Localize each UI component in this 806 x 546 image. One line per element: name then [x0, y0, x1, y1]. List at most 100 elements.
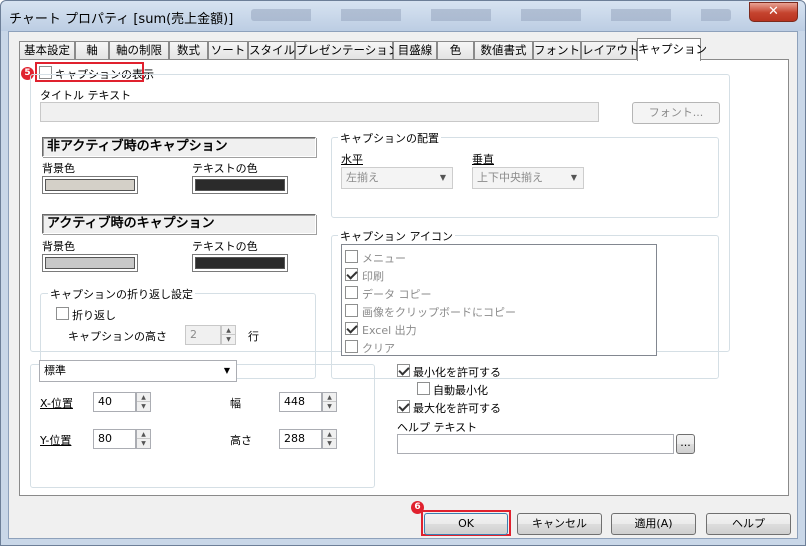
list-item[interactable]: メニュー	[342, 248, 656, 266]
spin-down-icon[interactable]: ▼	[222, 335, 235, 344]
chevron-down-icon: ▼	[570, 173, 577, 182]
tab-expressions[interactable]: 数式	[169, 41, 208, 60]
vertical-align-select[interactable]: 上下中央揃え ▼	[472, 167, 584, 189]
help-text-browse-button[interactable]: ...	[676, 434, 695, 454]
active-text-color-swatch	[195, 257, 285, 269]
caption-height-spinner[interactable]: ▲ ▼	[221, 325, 236, 345]
window-title: チャート プロパティ [sum(売上金額)]	[9, 12, 234, 27]
ok-button[interactable]: OK	[424, 513, 508, 535]
tab-general[interactable]: 基本設定	[19, 41, 75, 60]
y-position-spinner[interactable]: ▲ ▼	[136, 429, 151, 449]
width-input[interactable]: 448	[279, 392, 322, 412]
auto-minimize-checkbox[interactable]	[417, 382, 430, 395]
caption-height-input[interactable]: 2	[185, 325, 221, 345]
horizontal-align-select[interactable]: 左揃え ▼	[341, 167, 453, 189]
wrap-checkbox[interactable]	[56, 307, 69, 320]
allow-minimize-label: 最小化を許可する	[413, 366, 501, 379]
position-mode-select[interactable]: 標準 ▼	[39, 360, 237, 382]
apply-button[interactable]: 適用(A)	[611, 513, 696, 535]
spin-down-icon[interactable]: ▼	[137, 439, 150, 448]
tab-number-format[interactable]: 数値書式	[474, 41, 533, 60]
active-bg-label: 背景色	[42, 240, 75, 253]
list-item-label: 画像をクリップボードにコピー	[362, 306, 516, 319]
title-bar[interactable]: チャート プロパティ [sum(売上金額)] ✕	[1, 1, 805, 31]
tab-gridlines[interactable]: 目盛線	[393, 41, 437, 60]
caption-icons-list: メニュー 印刷 データ コピー 画像をクリップボードにコピー Excel 出力 …	[341, 244, 657, 356]
spin-up-icon[interactable]: ▲	[137, 430, 150, 439]
spin-up-icon[interactable]: ▲	[137, 393, 150, 402]
caption-tab-panel: 5 キャプションの表示 タイトル テキスト フォント... 非アクティブ時のキャ…	[19, 59, 789, 496]
spin-up-icon[interactable]: ▲	[222, 326, 235, 335]
list-item-label: データ コピー	[362, 288, 432, 301]
icon-data-copy-checkbox[interactable]	[345, 286, 358, 299]
height-input[interactable]: 288	[279, 429, 322, 449]
title-bar-background-menu	[251, 9, 731, 21]
position-mode-value: 標準	[44, 364, 66, 377]
tab-sort[interactable]: ソート	[208, 41, 248, 60]
tab-presentation[interactable]: プレゼンテーション	[295, 41, 399, 60]
width-spinner[interactable]: ▲ ▼	[322, 392, 337, 412]
y-position-input[interactable]: 80	[93, 429, 136, 449]
y-position-label: Y-位置	[40, 434, 72, 447]
inactive-bg-color-swatch	[45, 179, 135, 191]
tab-style[interactable]: スタイル	[248, 41, 295, 60]
width-label: 幅	[230, 397, 241, 410]
tab-caption[interactable]: キャプション	[637, 38, 707, 61]
vertical-align-value: 上下中央揃え	[477, 171, 543, 184]
height-spinner[interactable]: ▲ ▼	[322, 429, 337, 449]
close-button[interactable]: ✕	[749, 2, 798, 22]
list-item-label: 印刷	[362, 270, 384, 283]
spin-up-icon[interactable]: ▲	[323, 393, 336, 402]
tab-axes[interactable]: 軸	[75, 41, 109, 60]
chart-properties-window: チャート プロパティ [sum(売上金額)] ✕ 基本設定 軸 軸の制限 数式 …	[0, 0, 806, 546]
tab-font[interactable]: フォント	[533, 41, 581, 60]
icon-print-checkbox[interactable]	[345, 268, 358, 281]
lines-label: 行	[248, 330, 259, 343]
list-item[interactable]: 画像をクリップボードにコピー	[342, 302, 656, 320]
active-text-color-button[interactable]	[192, 254, 288, 272]
placement-group-title: キャプションの配置	[338, 130, 441, 146]
tab-layout[interactable]: レイアウト	[581, 41, 640, 60]
list-item-label: メニュー	[362, 252, 406, 265]
list-item-label: Excel 出力	[362, 324, 417, 337]
list-item[interactable]: データ コピー	[342, 284, 656, 302]
chevron-down-icon: ▼	[223, 366, 230, 375]
cancel-button[interactable]: キャンセル	[517, 513, 602, 535]
title-text-input[interactable]	[40, 102, 599, 122]
icon-copy-image-checkbox[interactable]	[345, 304, 358, 317]
inactive-text-color-button[interactable]	[192, 176, 288, 194]
horizontal-align-value: 左揃え	[346, 171, 379, 184]
active-text-label: テキストの色	[192, 240, 258, 253]
inactive-bg-color-button[interactable]	[42, 176, 138, 194]
spin-down-icon[interactable]: ▼	[323, 439, 336, 448]
help-text-input[interactable]	[397, 434, 674, 454]
tab-colors[interactable]: 色	[437, 41, 474, 60]
icons-group-title: キャプション アイコン	[338, 228, 455, 244]
x-position-spinner[interactable]: ▲ ▼	[136, 392, 151, 412]
x-position-input[interactable]: 40	[93, 392, 136, 412]
allow-maximize-checkbox[interactable]	[397, 400, 410, 413]
chevron-down-icon: ▼	[439, 173, 446, 182]
list-item[interactable]: クリア	[342, 338, 656, 356]
caption-height-label: キャプションの高さ	[68, 330, 167, 343]
font-button[interactable]: フォント...	[632, 102, 720, 124]
spin-up-icon[interactable]: ▲	[323, 430, 336, 439]
icon-menu-checkbox[interactable]	[345, 250, 358, 263]
horizontal-label: 水平	[341, 153, 363, 166]
help-text-label: ヘルプ テキスト	[397, 421, 478, 434]
list-item[interactable]: Excel 出力	[342, 320, 656, 338]
auto-minimize-label: 自動最小化	[433, 384, 488, 397]
spin-down-icon[interactable]: ▼	[323, 402, 336, 411]
active-bg-color-button[interactable]	[42, 254, 138, 272]
spin-down-icon[interactable]: ▼	[137, 402, 150, 411]
position-group	[30, 364, 375, 488]
help-button[interactable]: ヘルプ	[706, 513, 791, 535]
tab-axis-limits[interactable]: 軸の制限	[109, 41, 169, 60]
active-bg-color-swatch	[45, 257, 135, 269]
allow-minimize-checkbox[interactable]	[397, 364, 410, 377]
list-item-label: クリア	[362, 342, 395, 355]
list-item[interactable]: 印刷	[342, 266, 656, 284]
icon-clear-checkbox[interactable]	[345, 340, 358, 353]
inactive-bg-label: 背景色	[42, 162, 75, 175]
icon-excel-export-checkbox[interactable]	[345, 322, 358, 335]
